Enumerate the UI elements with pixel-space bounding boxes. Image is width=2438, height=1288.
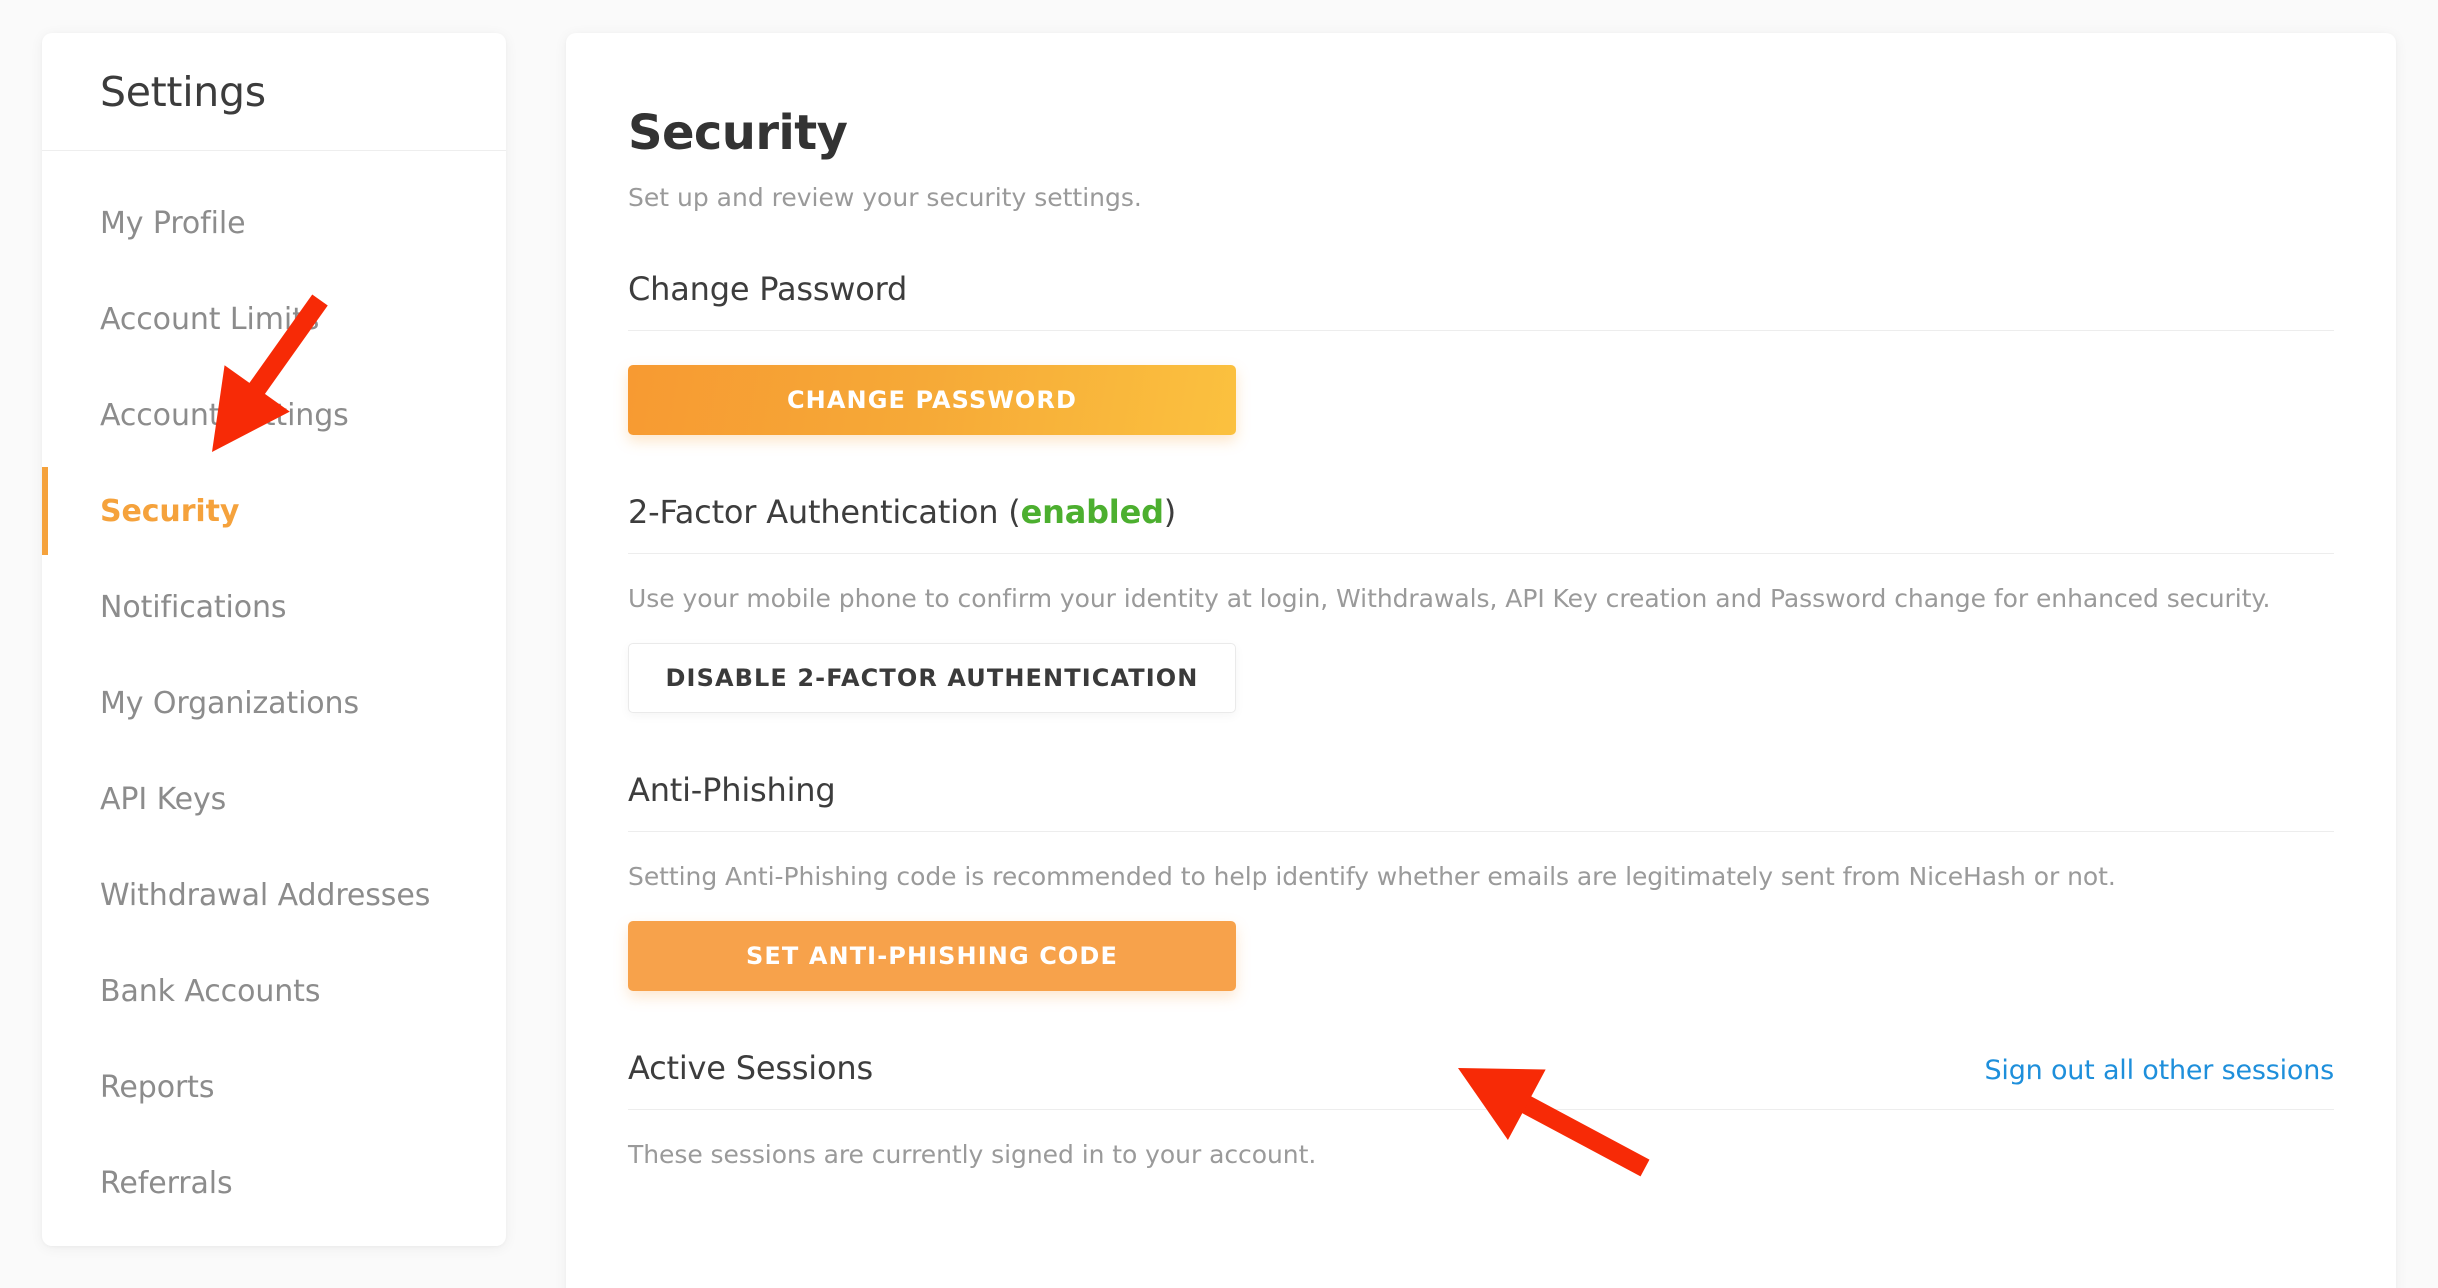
sidebar-item-account-limits[interactable]: Account Limits (42, 271, 506, 367)
change-password-heading: Change Password (628, 270, 2334, 331)
set-anti-phishing-code-button[interactable]: SET ANTI-PHISHING CODE (628, 921, 1236, 991)
anti-phishing-description: Setting Anti-Phishing code is recommende… (628, 862, 2116, 891)
two-factor-heading-line: 2-Factor Authentication (enabled) (628, 493, 1176, 531)
sidebar-item-label: My Profile (100, 205, 246, 241)
sidebar-item-notifications[interactable]: Notifications (42, 559, 506, 655)
change-password-button[interactable]: CHANGE PASSWORD (628, 365, 1236, 435)
sign-out-all-other-sessions-link[interactable]: Sign out all other sessions (1984, 1055, 2334, 1086)
anti-phishing-heading-text: Anti-Phishing (628, 771, 836, 809)
disable-two-factor-button[interactable]: DISABLE 2-FACTOR AUTHENTICATION (628, 643, 1236, 713)
sidebar-item-account-settings[interactable]: Account settings (42, 367, 506, 463)
sidebar-item-api-keys[interactable]: API Keys (42, 751, 506, 847)
page-subtitle: Set up and review your security settings… (628, 183, 1142, 212)
sidebar-item-label: My Organizations (100, 685, 359, 721)
anti-phishing-heading: Anti-Phishing (628, 771, 2334, 832)
sidebar-item-label: Security (100, 493, 240, 529)
two-factor-description: Use your mobile phone to confirm your id… (628, 584, 2271, 613)
sidebar-item-label: API Keys (100, 781, 227, 817)
settings-security-page: Settings My Profile Account Limits Accou… (0, 0, 2438, 1288)
anti-phishing-section: Anti-Phishing Setting Anti-Phishing code… (628, 771, 2334, 991)
two-factor-status-badge: enabled (1020, 493, 1164, 531)
sidebar-item-security[interactable]: Security (42, 463, 506, 559)
sidebar-item-label: Reports (100, 1069, 215, 1105)
sidebar-title: Settings (100, 67, 266, 116)
change-password-heading-text: Change Password (628, 270, 908, 308)
settings-sidebar: Settings My Profile Account Limits Accou… (42, 33, 506, 1246)
two-factor-heading-prefix: 2-Factor Authentication ( (628, 493, 1021, 531)
active-sessions-heading: Active Sessions Sign out all other sessi… (628, 1049, 2334, 1110)
security-main-panel: Security Set up and review your security… (566, 33, 2396, 1288)
sidebar-item-withdrawal-addresses[interactable]: Withdrawal Addresses (42, 847, 506, 943)
active-sessions-heading-text: Active Sessions (628, 1049, 873, 1087)
sidebar-header: Settings (42, 33, 506, 151)
sidebar-item-label: Withdrawal Addresses (100, 877, 431, 913)
sidebar-item-label: Referrals (100, 1165, 233, 1201)
sidebar-item-reports[interactable]: Reports (42, 1039, 506, 1135)
sidebar-item-bank-accounts[interactable]: Bank Accounts (42, 943, 506, 1039)
sidebar-item-label: Account settings (100, 397, 349, 433)
sidebar-item-referrals[interactable]: Referrals (42, 1135, 506, 1231)
active-sessions-description: These sessions are currently signed in t… (628, 1140, 1317, 1169)
sidebar-item-label: Account Limits (100, 301, 320, 337)
two-factor-heading-suffix: ) (1163, 493, 1177, 531)
two-factor-heading: 2-Factor Authentication (enabled) (628, 493, 2334, 554)
two-factor-section: 2-Factor Authentication (enabled) Use yo… (628, 493, 2334, 713)
sidebar-nav: My Profile Account Limits Account settin… (42, 151, 506, 1231)
active-sessions-section: Active Sessions Sign out all other sessi… (628, 1049, 2334, 1169)
page-title: Security (628, 105, 848, 161)
sidebar-item-label: Bank Accounts (100, 973, 321, 1009)
sidebar-item-my-organizations[interactable]: My Organizations (42, 655, 506, 751)
sidebar-item-my-profile[interactable]: My Profile (42, 175, 506, 271)
sidebar-item-label: Notifications (100, 589, 287, 625)
change-password-section: Change Password CHANGE PASSWORD (628, 270, 2334, 435)
